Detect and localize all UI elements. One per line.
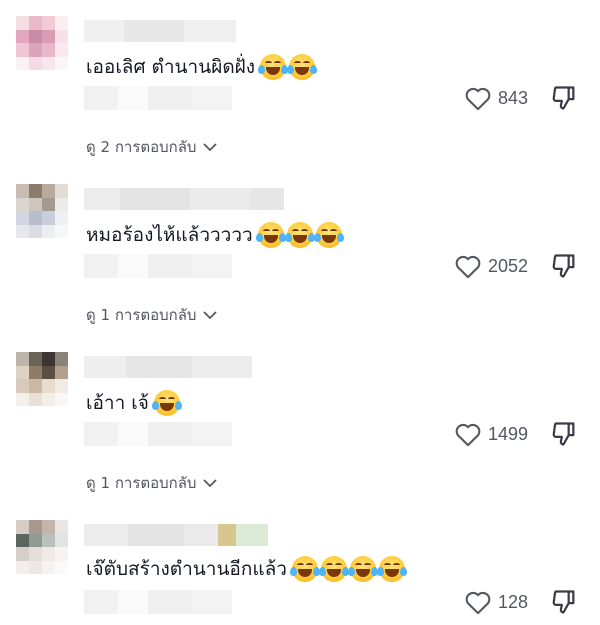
comment-text: เออเลิศ ตำนานผิดฝั่ง <box>86 54 318 80</box>
comment-meta-blurred <box>84 86 232 110</box>
comment-text: เจ๊ตับสร้างตำนานอีกแล้ว <box>86 556 407 582</box>
heart-icon <box>455 423 481 447</box>
heart-icon <box>465 591 491 615</box>
comment-text-label: หมอร้องไห้แล้ววววว <box>86 224 253 246</box>
face-with-tears-of-joy-icon <box>287 54 318 80</box>
comment-text: หมอร้องไห้แล้ววววว <box>86 222 344 248</box>
like-count: 2052 <box>487 255 528 276</box>
like-button[interactable]: 2052 <box>454 253 528 279</box>
comment-text-label: เอ้าา เจ้ <box>86 392 149 414</box>
like-button[interactable]: 128 <box>464 589 528 615</box>
face-with-tears-of-joy-icon <box>313 222 344 248</box>
face-with-tears-of-joy-icon <box>258 54 289 80</box>
face-with-tears-of-joy-icon <box>347 556 378 582</box>
username-blurred[interactable] <box>84 524 268 546</box>
avatar[interactable] <box>16 352 68 406</box>
dislike-icon[interactable] <box>550 588 578 616</box>
like-button[interactable]: 1499 <box>454 421 528 447</box>
face-with-tears-of-joy-icon <box>318 556 349 582</box>
avatar[interactable] <box>16 184 68 238</box>
comment-meta-blurred <box>84 254 232 278</box>
comment-text: เอ้าา เจ้ <box>86 390 182 416</box>
chevron-down-icon <box>203 143 218 152</box>
avatar[interactable] <box>16 16 68 70</box>
username-blurred[interactable] <box>84 188 284 210</box>
face-with-tears-of-joy-icon <box>151 390 182 416</box>
view-replies-label: ดู 1 การตอบกลับ <box>86 306 197 324</box>
comment-meta-blurred <box>84 590 232 614</box>
username-blurred[interactable] <box>84 20 236 42</box>
view-replies-label: ดู 2 การตอบกลับ <box>86 138 197 156</box>
face-with-tears-of-joy-icon <box>376 556 407 582</box>
avatar[interactable] <box>16 520 68 574</box>
comment-text-label: เจ๊ตับสร้างตำนานอีกแล้ว <box>86 558 287 580</box>
dislike-icon[interactable] <box>550 84 578 112</box>
face-with-tears-of-joy-icon <box>289 556 320 582</box>
dislike-icon[interactable] <box>550 252 578 280</box>
face-with-tears-of-joy-icon <box>284 222 315 248</box>
chevron-down-icon <box>203 479 218 488</box>
view-replies-button[interactable]: ดู 2 การตอบกลับ <box>86 135 218 159</box>
view-replies-label: ดู 1 การตอบกลับ <box>86 474 197 492</box>
chevron-down-icon <box>203 311 218 320</box>
like-button[interactable]: 843 <box>464 85 528 111</box>
like-count: 128 <box>497 591 528 612</box>
heart-icon <box>465 87 491 111</box>
like-count: 1499 <box>487 423 528 444</box>
comment-meta-blurred <box>84 422 232 446</box>
view-replies-button[interactable]: ดู 1 การตอบกลับ <box>86 303 218 327</box>
username-blurred[interactable] <box>84 356 252 378</box>
dislike-icon[interactable] <box>550 420 578 448</box>
view-replies-button[interactable]: ดู 1 การตอบกลับ <box>86 471 218 495</box>
like-count: 843 <box>497 87 528 108</box>
comment-text-label: เออเลิศ ตำนานผิดฝั่ง <box>86 56 256 78</box>
heart-icon <box>455 255 481 279</box>
face-with-tears-of-joy-icon <box>255 222 286 248</box>
